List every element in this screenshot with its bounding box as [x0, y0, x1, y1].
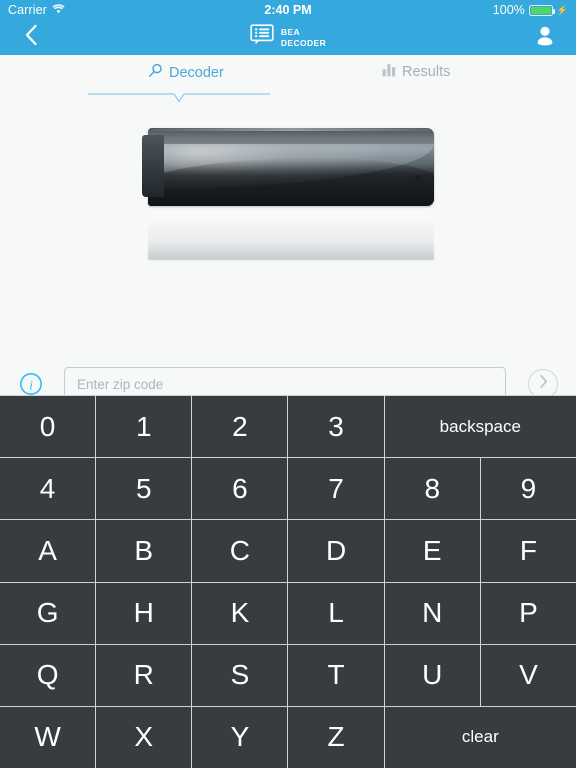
key-p[interactable]: P — [480, 582, 576, 644]
key-s[interactable]: S — [192, 644, 288, 706]
user-avatar-icon — [535, 25, 555, 51]
back-button[interactable] — [14, 21, 48, 55]
key-n[interactable]: N — [384, 582, 480, 644]
device-led-icon — [415, 174, 420, 180]
status-bar-clock: 2:40 PM — [264, 3, 312, 17]
key-6[interactable]: 6 — [192, 458, 288, 520]
key-q[interactable]: Q — [0, 644, 96, 706]
tab-bar: Decoder Results — [0, 55, 576, 110]
key-a[interactable]: A — [0, 520, 96, 582]
key-e[interactable]: E — [384, 520, 480, 582]
on-screen-keyboard: 0 1 2 3 backspace 4 5 6 7 8 9 A B C D E F G H K L N P Q R S T U V W X Y… — [0, 395, 576, 768]
user-account-button[interactable] — [528, 21, 562, 55]
key-h[interactable]: H — [96, 582, 192, 644]
carrier-label: Carrier — [8, 3, 47, 17]
active-tab-indicator — [88, 90, 270, 103]
key-2[interactable]: 2 — [192, 396, 288, 458]
key-v[interactable]: V — [480, 644, 576, 706]
status-bar-left: Carrier — [8, 3, 65, 17]
bar-chart-icon — [382, 63, 396, 81]
key-7[interactable]: 7 — [288, 458, 384, 520]
tab-decoder[interactable]: Decoder — [148, 63, 224, 82]
device-body — [142, 128, 434, 206]
key-w[interactable]: W — [0, 706, 96, 768]
key-k[interactable]: K — [192, 582, 288, 644]
lightning-bolt-icon: ⚡ — [556, 4, 568, 15]
device-reflection — [148, 208, 434, 260]
tab-results[interactable]: Results — [382, 63, 450, 81]
key-y[interactable]: Y — [192, 706, 288, 768]
app-logo-line1: BEA — [280, 27, 300, 38]
app-logo: BEA DECODER — [0, 20, 576, 55]
key-backspace[interactable]: backspace — [384, 396, 576, 458]
navigation-bar: BEA DECODER — [0, 20, 576, 55]
key-l[interactable]: L — [288, 582, 384, 644]
chevron-left-icon — [24, 24, 38, 51]
tab-decoder-label: Decoder — [169, 64, 224, 81]
key-4[interactable]: 4 — [0, 458, 96, 520]
status-bar-right: 100% ⚡ — [493, 3, 568, 17]
info-circle-icon[interactable]: i — [18, 371, 44, 397]
key-9[interactable]: 9 — [480, 458, 576, 520]
product-hero — [0, 110, 576, 348]
key-z[interactable]: Z — [288, 706, 384, 768]
key-b[interactable]: B — [96, 520, 192, 582]
key-x[interactable]: X — [96, 706, 192, 768]
key-f[interactable]: F — [480, 520, 576, 582]
key-1[interactable]: 1 — [96, 396, 192, 458]
battery-icon — [528, 4, 555, 16]
key-g[interactable]: G — [0, 582, 96, 644]
key-d[interactable]: D — [288, 520, 384, 582]
status-bar: Carrier 2:40 PM 100% ⚡ — [0, 0, 576, 20]
tab-results-label: Results — [402, 64, 451, 80]
key-u[interactable]: U — [384, 644, 480, 706]
key-3[interactable]: 3 — [288, 396, 384, 458]
key-c[interactable]: C — [192, 520, 288, 582]
set-top-box-decoder-image — [0, 128, 576, 278]
key-8[interactable]: 8 — [384, 458, 480, 520]
app-logo-text: BEA DECODER — [281, 27, 326, 48]
key-5[interactable]: 5 — [96, 458, 192, 520]
magnifier-icon — [148, 63, 163, 82]
speech-bubble-list-icon — [250, 24, 274, 51]
key-r[interactable]: R — [96, 644, 192, 706]
wifi-icon — [52, 3, 65, 17]
key-t[interactable]: T — [288, 644, 384, 706]
app-logo-line2: DECODER — [280, 37, 327, 48]
battery-percent-label: 100% — [492, 3, 525, 17]
chevron-right-circle-icon — [538, 374, 549, 394]
key-0[interactable]: 0 — [0, 396, 96, 458]
svg-text:i: i — [29, 377, 33, 392]
app-root: Carrier 2:40 PM 100% ⚡ BEA DECODER Decod… — [0, 0, 576, 768]
key-clear[interactable]: clear — [384, 706, 576, 768]
